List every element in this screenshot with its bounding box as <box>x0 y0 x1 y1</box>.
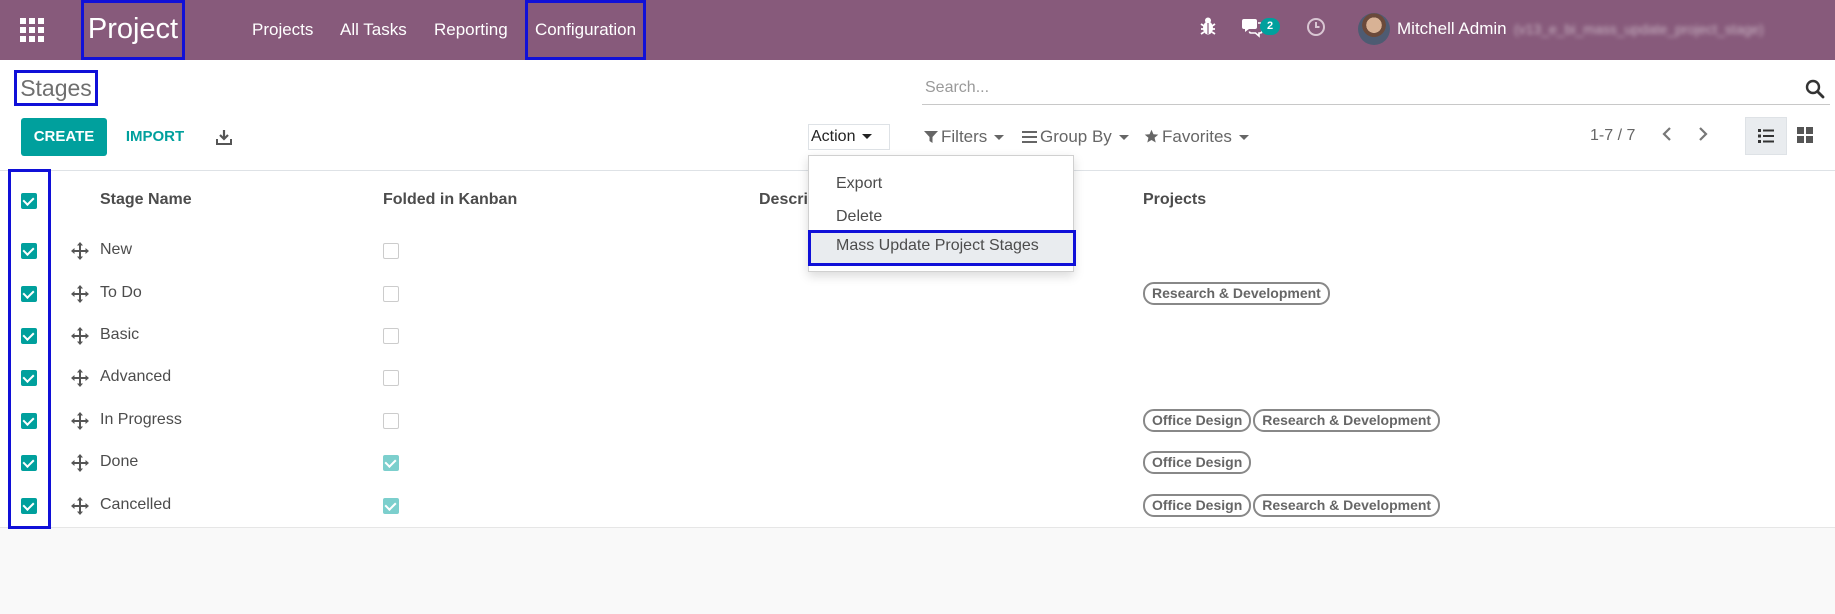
favorites-label: Favorites <box>1162 127 1232 146</box>
filter-icon <box>924 131 938 143</box>
folded-in-kanban-checkbox <box>383 243 399 260</box>
menu-reporting[interactable]: Reporting <box>434 0 508 60</box>
table-row[interactable]: In Progress Office Design Research & Devel… <box>0 399 1835 443</box>
kanban-view-icon[interactable] <box>1797 127 1813 148</box>
row-select-checkbox[interactable] <box>21 285 37 302</box>
project-tag: Research & Development <box>1253 408 1441 432</box>
row-select-checkbox[interactable] <box>21 412 37 429</box>
drag-handle-icon[interactable] <box>71 496 89 520</box>
search-bar <box>922 74 1830 105</box>
project-tag: Office Design <box>1143 451 1252 475</box>
clock-icon[interactable] <box>1306 17 1326 42</box>
action-dropdown-button[interactable]: Action <box>808 124 890 150</box>
search-icon[interactable] <box>1805 79 1825 104</box>
table-row[interactable]: Cancelled Office Design Research & Develop… <box>0 484 1835 528</box>
list-view-icon <box>1758 129 1774 143</box>
project-tag: Research & Development <box>1253 493 1441 517</box>
apps-grid-icon[interactable] <box>20 18 44 42</box>
projects-cell: Research & Development <box>1143 281 1332 305</box>
project-tag: Office Design <box>1143 493 1252 517</box>
projects-cell: Office Design <box>1143 451 1253 475</box>
column-header-description[interactable]: Descri <box>759 171 808 229</box>
pager-value[interactable]: 1-7 / 7 <box>1590 127 1635 145</box>
menu-all-tasks[interactable]: All Tasks <box>340 0 407 60</box>
caret-down-icon <box>862 134 873 140</box>
action-label: Action <box>811 128 856 145</box>
row-select-checkbox[interactable] <box>21 243 37 260</box>
bug-icon[interactable] <box>1199 15 1217 42</box>
folded-in-kanban-checkbox <box>383 497 399 514</box>
group-by-label: Group By <box>1040 127 1112 146</box>
folded-in-kanban-checkbox <box>383 327 399 344</box>
create-button[interactable]: CREATE <box>21 118 107 156</box>
filters-button[interactable]: Filters <box>924 124 1005 150</box>
folded-in-kanban-checkbox <box>383 412 399 429</box>
user-name[interactable]: Mitchell Admin <box>1397 0 1507 58</box>
action-delete[interactable]: Delete <box>809 200 1075 233</box>
user-avatar[interactable] <box>1358 13 1390 45</box>
column-header-projects[interactable]: Projects <box>1143 171 1206 229</box>
favorites-button[interactable]: Favorites <box>1144 124 1249 150</box>
table-row[interactable]: To Do Research & Development <box>0 272 1835 316</box>
action-export[interactable]: Export <box>809 167 1075 200</box>
app-brand[interactable]: Project <box>81 0 185 60</box>
stage-name-cell: Done <box>100 453 139 471</box>
import-button[interactable]: IMPORT <box>118 118 192 156</box>
action-mass-update-project-stages[interactable]: Mass Update Project Stages <box>808 230 1076 266</box>
stage-name-cell: New <box>100 241 133 259</box>
table-row[interactable]: Basic <box>0 314 1835 359</box>
top-navbar: Project Projects All Tasks Reporting Con… <box>0 0 1835 60</box>
column-header-stage-name[interactable]: Stage Name <box>100 171 192 229</box>
action-dropdown-menu: Export Delete Mass Update Project Stages <box>808 155 1076 272</box>
star-icon <box>1144 129 1159 143</box>
stage-name-cell: Advanced <box>100 368 172 386</box>
search-input[interactable] <box>922 74 1788 102</box>
stage-name-cell: Cancelled <box>100 495 172 513</box>
caret-down-icon <box>1238 135 1249 141</box>
filters-label: Filters <box>941 127 988 146</box>
drag-handle-icon[interactable] <box>71 369 89 392</box>
table-row[interactable]: Advanced <box>0 357 1835 401</box>
drag-handle-icon[interactable] <box>71 454 89 477</box>
drag-handle-icon[interactable] <box>71 242 89 265</box>
project-tag: Research & Development <box>1143 281 1330 305</box>
row-select-checkbox[interactable] <box>21 455 37 472</box>
menu-projects[interactable]: Projects <box>252 0 313 60</box>
folded-in-kanban-checkbox <box>383 455 399 472</box>
drag-handle-icon[interactable] <box>71 411 89 435</box>
stage-name-cell: Basic <box>100 325 140 343</box>
caret-down-icon <box>1118 135 1129 141</box>
stage-name-cell: To Do <box>100 283 142 301</box>
folded-in-kanban-checkbox <box>383 370 399 387</box>
group-by-icon <box>1022 131 1037 143</box>
list-view-button[interactable] <box>1745 117 1787 155</box>
database-name: (v13_e_bi_mass_update_project_stage) <box>1514 21 1764 37</box>
projects-cell: Office Design Research & Development <box>1143 408 1442 432</box>
column-header-folded-in-kanban[interactable]: Folded in Kanban <box>383 171 517 229</box>
drag-handle-icon[interactable] <box>71 284 89 308</box>
row-select-checkbox[interactable] <box>21 370 37 387</box>
group-by-button[interactable]: Group By <box>1022 124 1129 150</box>
message-count-badge: 2 <box>1260 18 1280 35</box>
stage-name-cell: In Progress <box>100 410 182 428</box>
download-icon[interactable] <box>216 129 232 150</box>
chevron-right-icon[interactable] <box>1696 126 1710 147</box>
table-row[interactable]: Done Office Design <box>0 442 1835 486</box>
menu-configuration[interactable]: Configuration <box>525 0 646 60</box>
project-tag: Office Design <box>1143 408 1252 432</box>
row-select-checkbox[interactable] <box>21 327 37 344</box>
select-all-checkbox[interactable] <box>21 193 37 209</box>
breadcrumb-stages: Stages <box>14 70 98 106</box>
drag-handle-icon[interactable] <box>71 326 89 350</box>
projects-cell: Office Design Research & Development <box>1143 493 1442 517</box>
caret-down-icon <box>994 135 1005 141</box>
row-select-checkbox[interactable] <box>21 497 37 514</box>
chevron-left-icon[interactable] <box>1660 126 1674 147</box>
folded-in-kanban-checkbox <box>383 285 399 302</box>
